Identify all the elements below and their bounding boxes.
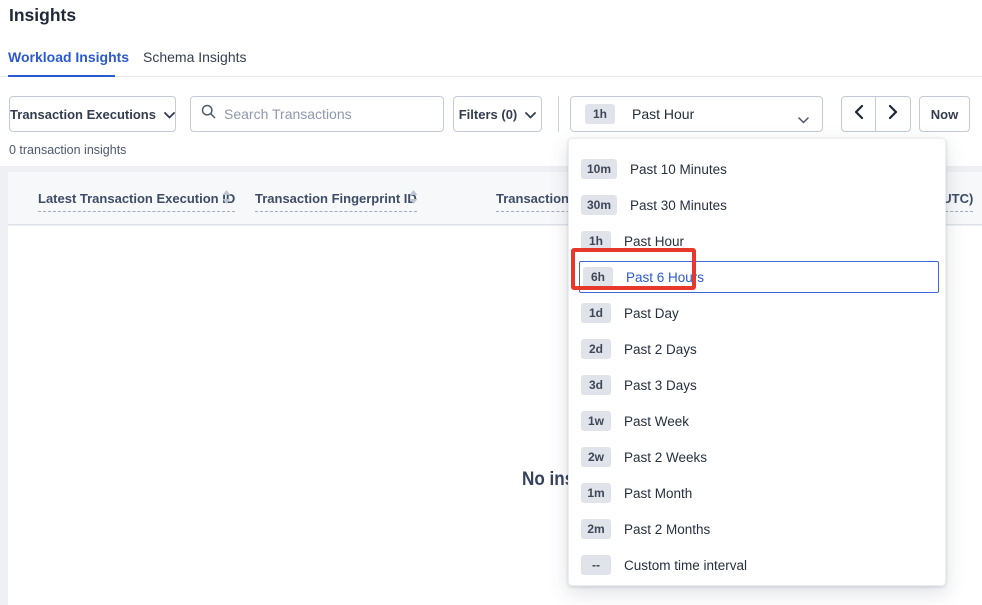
- time-interval-dropdown-menu: 10m Past 10 Minutes 30m Past 30 Minutes …: [568, 138, 946, 586]
- search-icon: [201, 104, 216, 124]
- column-header-latest-transaction-execution-id[interactable]: Latest Transaction Execution ID: [38, 191, 235, 206]
- filters-label: Filters (0): [459, 107, 518, 122]
- filters-button[interactable]: Filters (0): [453, 96, 542, 132]
- tab-schema-insights[interactable]: Schema Insights: [143, 49, 247, 65]
- menu-item-past-6-hours[interactable]: 6h Past 6 Hours: [579, 261, 939, 293]
- chevron-down-icon: [164, 107, 175, 122]
- view-select-label: Transaction Executions: [10, 107, 156, 122]
- next-interval-button[interactable]: [876, 97, 910, 131]
- menu-item-custom-time-interval[interactable]: -- Custom time interval: [569, 547, 945, 583]
- tab-workload-insights[interactable]: Workload Insights: [8, 49, 129, 65]
- insights-count: 0 transaction insights: [9, 143, 126, 157]
- insights-page: Insights Workload Insights Schema Insigh…: [0, 0, 982, 605]
- menu-item-past-day[interactable]: 1d Past Day: [569, 295, 945, 331]
- view-select-dropdown[interactable]: Transaction Executions: [9, 96, 176, 132]
- toolbar: Transaction Executions Filters (0) 1h Pa…: [0, 96, 982, 132]
- previous-interval-button[interactable]: [842, 97, 876, 131]
- time-range-pager: [841, 96, 911, 132]
- search-box[interactable]: [190, 96, 444, 132]
- now-label: Now: [931, 107, 958, 122]
- chevron-left-icon: [854, 105, 863, 124]
- time-range-picker[interactable]: 1h Past Hour: [570, 96, 823, 132]
- chevron-right-icon: [889, 105, 898, 124]
- sort-icon[interactable]: [222, 190, 231, 209]
- column-header-transaction-fingerprint-id[interactable]: Transaction Fingerprint ID: [255, 191, 417, 206]
- chevron-down-icon: [525, 107, 536, 122]
- menu-item-past-3-days[interactable]: 3d Past 3 Days: [569, 367, 945, 403]
- sort-icon[interactable]: [409, 190, 418, 209]
- toolbar-divider: [558, 96, 559, 132]
- menu-item-past-30-minutes[interactable]: 30m Past 30 Minutes: [569, 187, 945, 223]
- page-title: Insights: [9, 5, 76, 26]
- menu-item-past-2-days[interactable]: 2d Past 2 Days: [569, 331, 945, 367]
- chevron-down-icon: [798, 112, 809, 127]
- menu-item-past-2-months[interactable]: 2m Past 2 Months: [569, 511, 945, 547]
- active-tab-underline: [8, 75, 115, 77]
- menu-item-past-hour[interactable]: 1h Past Hour: [569, 223, 945, 259]
- tabbar-divider: [0, 76, 982, 77]
- menu-item-past-2-weeks[interactable]: 2w Past 2 Weeks: [569, 439, 945, 475]
- menu-item-past-month[interactable]: 1m Past Month: [569, 475, 945, 511]
- time-range-badge: 1h: [585, 104, 615, 124]
- menu-item-past-week[interactable]: 1w Past Week: [569, 403, 945, 439]
- now-button[interactable]: Now: [919, 96, 970, 132]
- time-range-label: Past Hour: [632, 106, 694, 122]
- menu-item-past-10-minutes[interactable]: 10m Past 10 Minutes: [569, 151, 945, 187]
- search-input[interactable]: [224, 106, 433, 122]
